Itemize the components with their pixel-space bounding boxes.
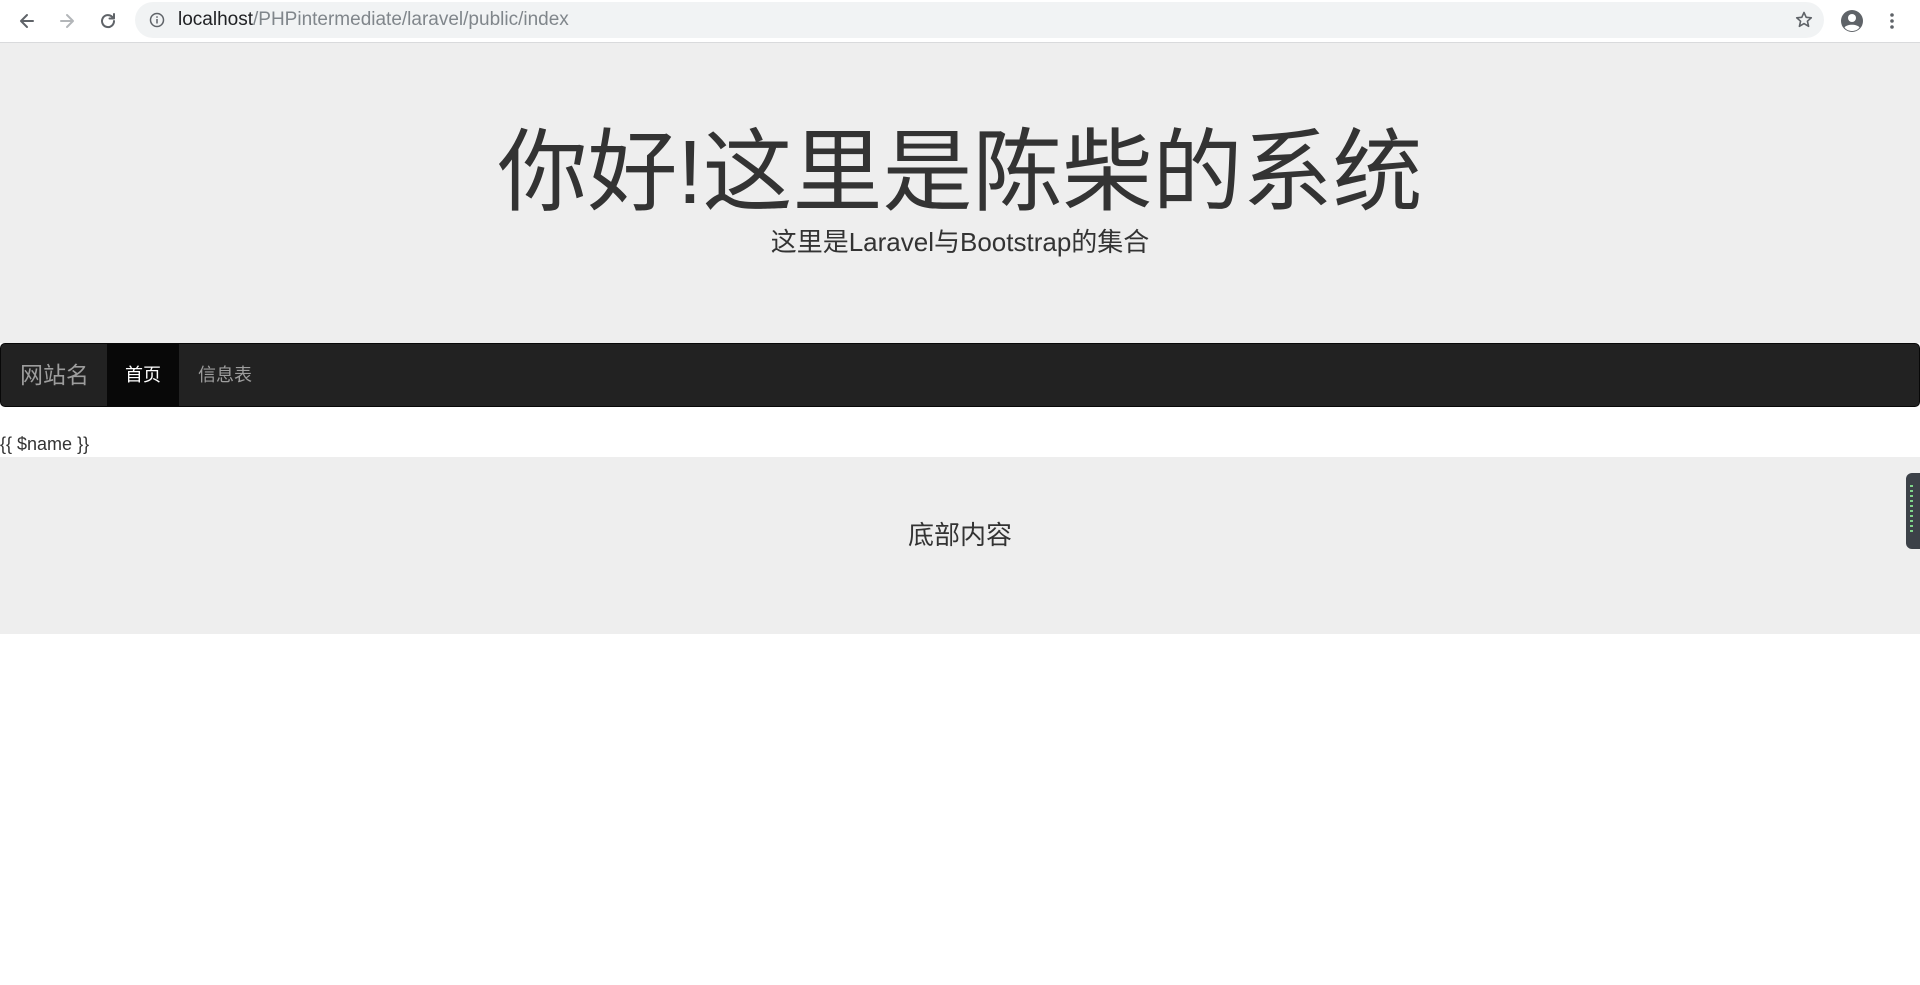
account-icon (1841, 10, 1863, 32)
address-bar[interactable]: localhost/PHPintermediate/laravel/public… (135, 2, 1824, 38)
handle-bar (1910, 495, 1913, 497)
side-extension-handle[interactable] (1906, 473, 1920, 549)
account-button[interactable] (1838, 7, 1866, 35)
menu-button[interactable] (1878, 7, 1906, 35)
handle-bar (1910, 505, 1913, 507)
name-placeholder-text: {{ $name }} (0, 434, 90, 454)
handle-bar (1910, 510, 1913, 512)
jumbotron: 你好!这里是陈柴的系统 这里是Laravel与Bootstrap的集合 (0, 43, 1920, 343)
handle-bar (1910, 500, 1913, 502)
back-button[interactable] (13, 7, 41, 35)
star-icon[interactable] (1794, 10, 1814, 30)
arrow-left-icon (20, 14, 34, 28)
handle-bar (1910, 485, 1913, 487)
reload-icon (101, 13, 116, 29)
nav-item-info-table[interactable]: 信息表 (179, 344, 271, 406)
handle-bar (1910, 525, 1913, 527)
navbar-brand[interactable]: 网站名 (20, 344, 89, 406)
handle-bar (1910, 530, 1913, 532)
forward-button[interactable] (53, 7, 81, 35)
more-vert-icon (1890, 13, 1894, 29)
handle-bar (1910, 490, 1913, 492)
info-icon[interactable] (149, 12, 165, 28)
url-host: localhost (178, 9, 253, 30)
url-path: /PHPintermediate/laravel/public/index (253, 9, 569, 30)
handle-bar (1910, 520, 1913, 522)
nav-item-home[interactable]: 首页 (107, 344, 179, 406)
arrow-right-icon (60, 14, 74, 28)
reload-button[interactable] (94, 7, 122, 35)
footer-text: 底部内容 (907, 520, 1012, 550)
url-text[interactable]: localhost/PHPintermediate/laravel/public… (178, 10, 569, 30)
page-subtitle: 这里是Laravel与Bootstrap的集合 (770, 227, 1150, 257)
browser-toolbar: localhost/PHPintermediate/laravel/public… (0, 0, 1920, 43)
navbar: 网站名 首页 信息表 (0, 343, 1920, 407)
page-title: 你好!这里是陈柴的系统 (497, 123, 1423, 223)
footer: 底部内容 (0, 457, 1920, 634)
handle-bar (1910, 515, 1913, 517)
